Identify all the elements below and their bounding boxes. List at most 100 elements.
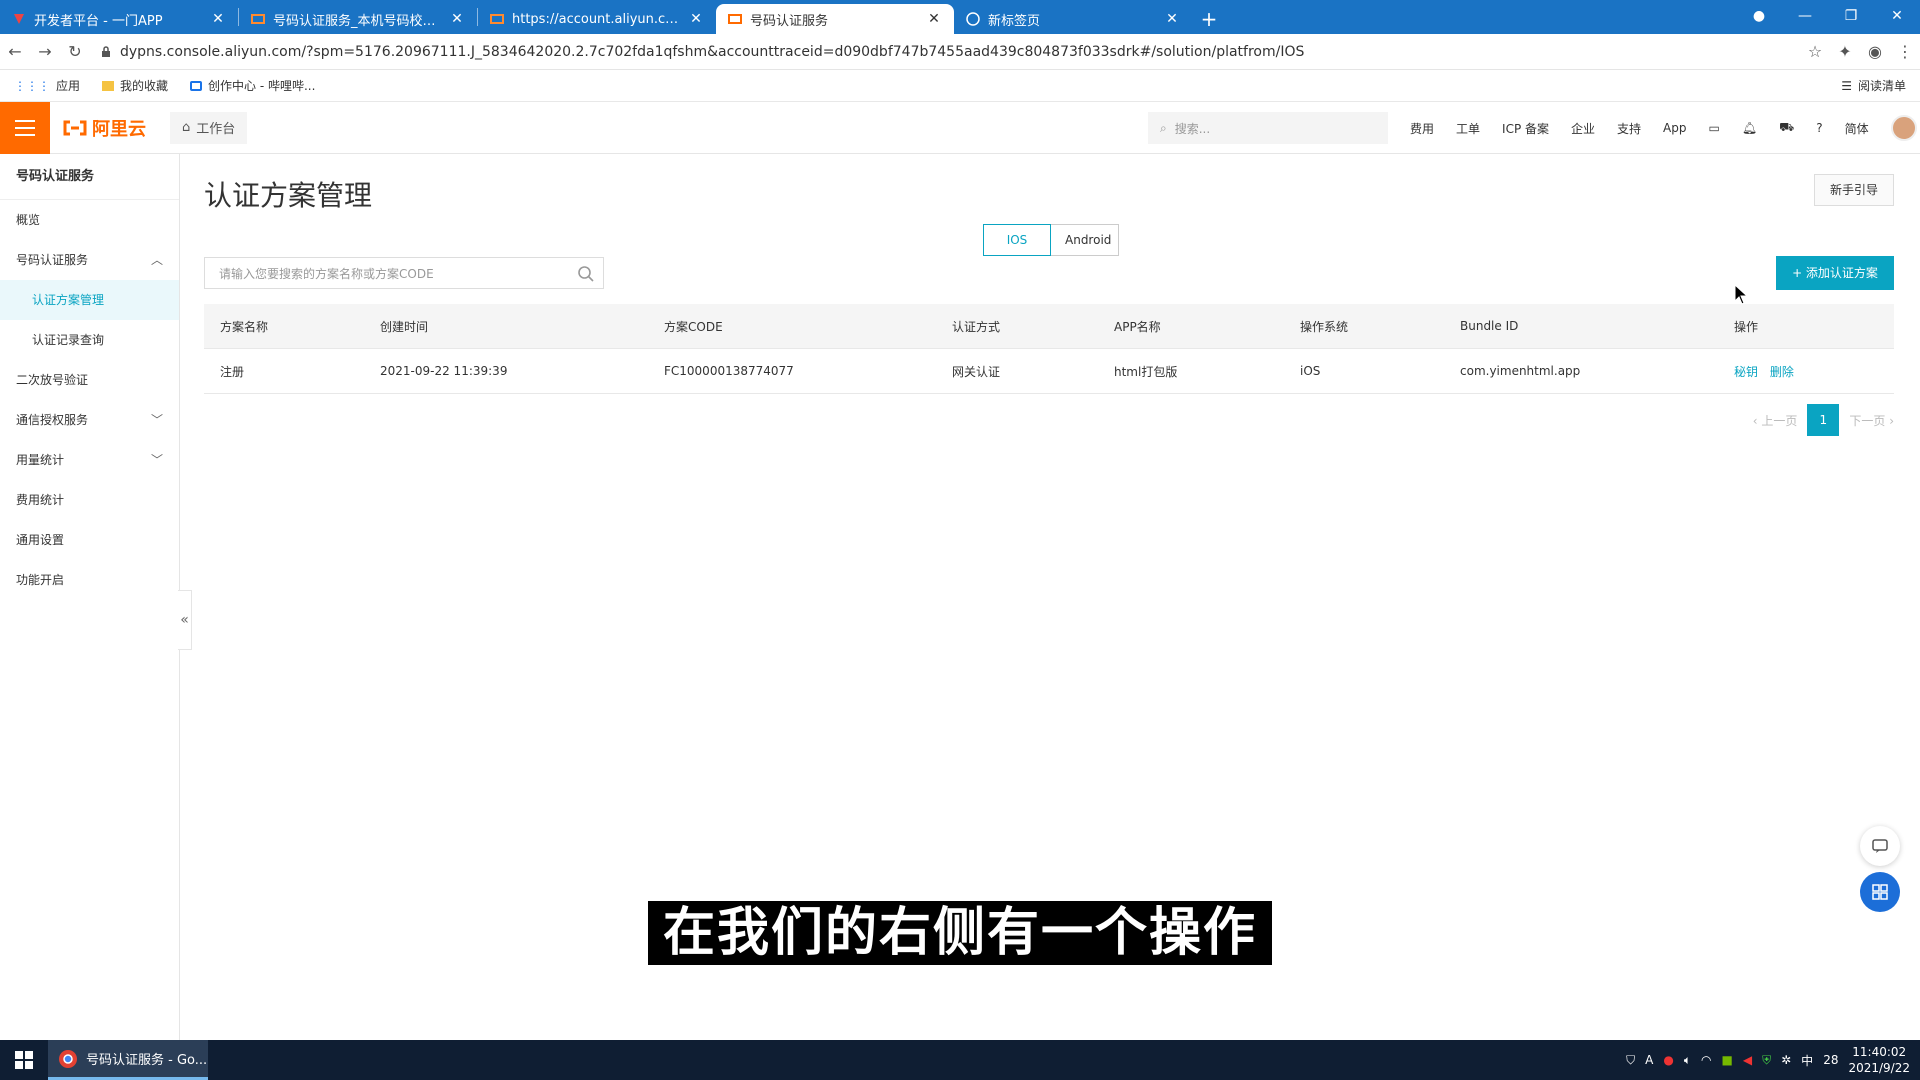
header-search-input[interactable]: ⌕ 搜索... xyxy=(1148,112,1388,144)
browser-tab[interactable]: https://account.aliyun.com/lo ✕ xyxy=(478,4,716,34)
terminal-icon[interactable]: ▭ xyxy=(1709,121,1720,135)
restore-button[interactable]: ❐ xyxy=(1828,0,1874,34)
close-icon[interactable]: ✕ xyxy=(926,11,942,27)
sidebar-item-reissue-verify[interactable]: 二次放号验证 xyxy=(0,360,179,400)
more-icon[interactable]: ⋮ xyxy=(1890,42,1920,61)
col-header: 创建时间 xyxy=(380,319,429,334)
sidebar-item-label: 功能开启 xyxy=(16,573,65,587)
nav-support[interactable]: 支持 xyxy=(1617,120,1641,137)
avatar[interactable] xyxy=(1890,115,1917,141)
minimize-button[interactable]: — xyxy=(1782,0,1828,34)
sidebar-item-fee-stats[interactable]: 费用统计 xyxy=(0,480,179,520)
sidebar-item-number-auth[interactable]: 号码认证服务 ︿ xyxy=(0,240,179,280)
bookmark-label: 创作中心 - 哔哩哔... xyxy=(208,79,316,93)
reload-button[interactable]: ↻ xyxy=(60,42,90,61)
nav-ticket[interactable]: 工单 xyxy=(1456,120,1480,137)
sidebar-item-settings[interactable]: 通用设置 xyxy=(0,520,179,560)
help-icon[interactable]: ? xyxy=(1816,121,1822,135)
new-tab-button[interactable]: + xyxy=(1192,4,1226,34)
browser-tab-active[interactable]: 号码认证服务 ✕ xyxy=(716,4,954,34)
secret-key-link[interactable]: 秘钥 xyxy=(1734,365,1758,379)
tab-android[interactable]: Android xyxy=(1051,224,1119,256)
ime-indicator[interactable]: 中 xyxy=(1801,1052,1813,1069)
forward-button[interactable]: → xyxy=(30,42,60,61)
profile-menu-icon[interactable]: ● xyxy=(1736,0,1782,34)
search-icon[interactable] xyxy=(577,265,595,283)
apps-float-button[interactable] xyxy=(1860,872,1900,912)
folder-icon xyxy=(102,80,115,91)
bookmark-favorites[interactable]: 我的收藏 xyxy=(102,77,168,94)
star-icon[interactable]: ☆ xyxy=(1800,42,1830,61)
taskbar-chrome-app[interactable]: 号码认证服务 - Go... xyxy=(48,1040,208,1080)
close-icon[interactable]: ✕ xyxy=(688,11,704,27)
address-bar[interactable]: dypns.console.aliyun.com/?spm=5176.20967… xyxy=(100,38,1790,66)
nav-fee[interactable]: 费用 xyxy=(1410,120,1434,137)
prev-label: 上一页 xyxy=(1761,413,1798,428)
extensions-icon[interactable]: ✦ xyxy=(1830,42,1860,61)
window-controls: ● — ❐ ✕ xyxy=(1736,0,1920,34)
menu-icon[interactable] xyxy=(0,101,50,154)
close-icon[interactable]: ✕ xyxy=(449,11,465,27)
windows-start-icon[interactable] xyxy=(0,1040,48,1080)
add-solution-button[interactable]: + 添加认证方案 xyxy=(1776,256,1894,290)
system-clock[interactable]: 11:40:02 2021/9/22 xyxy=(1848,1044,1910,1076)
solution-search-input[interactable]: 请输入您要搜索的方案名称或方案CODE xyxy=(204,257,604,289)
nav-icp[interactable]: ICP 备案 xyxy=(1502,120,1549,137)
reading-list-icon: ☰ xyxy=(1841,78,1852,93)
system-tray: ⛉ A ● 🔈︎ ◠ ■ ◀ ⛨ ✲ 中 28 11:40:02 2021/9/… xyxy=(1626,1040,1920,1080)
page-number-button[interactable]: 1 xyxy=(1807,404,1840,436)
sidebar-item-comm-auth[interactable]: 通信授权服务 ﹀ xyxy=(0,400,179,440)
close-icon[interactable]: ✕ xyxy=(210,11,226,27)
guide-button[interactable]: 新手引导 xyxy=(1814,174,1894,206)
shield-icon[interactable]: ⛉ xyxy=(1626,1053,1635,1068)
account-icon[interactable]: ◉ xyxy=(1860,42,1890,61)
bell-icon[interactable]: 🔔︎ xyxy=(1742,121,1757,135)
weather-temp[interactable]: 28 xyxy=(1823,1053,1838,1067)
tray-app-icon[interactable]: ✲ xyxy=(1781,1053,1791,1067)
bookmark-bilibili[interactable]: 创作中心 - 哔哩哔... xyxy=(190,77,315,94)
sidebar-collapse-button[interactable]: « xyxy=(178,590,192,650)
font-icon[interactable]: A xyxy=(1645,1053,1653,1067)
nvidia-icon[interactable]: ■ xyxy=(1722,1053,1733,1067)
close-icon[interactable]: ✕ xyxy=(1164,11,1180,27)
bookmark-apps[interactable]: ⋮⋮⋮ 应用 xyxy=(14,77,80,94)
browser-tab[interactable]: 开发者平台 - 一门APP ✕ xyxy=(0,4,238,34)
speaker-icon[interactable]: 🔈︎ xyxy=(1684,1053,1691,1068)
prev-page-button[interactable]: ‹ 上一页 xyxy=(1753,412,1798,429)
next-page-button[interactable]: 下一页 › xyxy=(1849,412,1894,429)
sidebar-item-auth-records[interactable]: 认证记录查询 xyxy=(0,320,179,360)
reading-list[interactable]: ☰ 阅读清单 xyxy=(1841,77,1906,94)
back-button[interactable]: ← xyxy=(0,42,30,61)
bookmark-label: 我的收藏 xyxy=(120,79,169,93)
close-window-button[interactable]: ✕ xyxy=(1874,0,1920,34)
security-icon[interactable]: ⛨ xyxy=(1762,1053,1771,1068)
sidebar-item-overview[interactable]: 概览 xyxy=(0,200,179,240)
url-text: dypns.console.aliyun.com/?spm=5176.20967… xyxy=(120,43,1305,60)
language-switch[interactable]: 简体 xyxy=(1845,120,1869,137)
browser-tab[interactable]: 号码认证服务_本机号码校验_通信 ✕ xyxy=(239,4,477,34)
sidebar-item-solution-manage[interactable]: 认证方案管理 xyxy=(0,280,179,320)
delete-link[interactable]: 删除 xyxy=(1770,365,1794,379)
workbench-button[interactable]: ⌂ 工作台 xyxy=(170,111,248,144)
search-icon: ⌕ xyxy=(1160,120,1167,135)
tab-ios[interactable]: IOS xyxy=(983,224,1051,256)
pagination: ‹ 上一页 1 下一页 › xyxy=(1753,404,1894,436)
wifi-icon[interactable]: ◠ xyxy=(1701,1053,1711,1067)
browser-tab[interactable]: 新标签页 ✕ xyxy=(954,4,1192,34)
cart-icon[interactable]: ⛟ xyxy=(1779,120,1794,136)
aliyun-logo-icon xyxy=(63,120,87,135)
cell-solution-name: 注册 xyxy=(220,364,245,379)
nav-app[interactable]: App xyxy=(1663,121,1686,135)
nav-enterprise[interactable]: 企业 xyxy=(1571,120,1595,137)
page-title: 认证方案管理 xyxy=(204,179,373,212)
aliyun-logo[interactable]: 阿里云 xyxy=(62,115,146,141)
flag-icon[interactable]: ◀ xyxy=(1743,1053,1752,1067)
sidebar-item-usage-stats[interactable]: 用量统计 ﹀ xyxy=(0,440,179,480)
sidebar-item-feature-enable[interactable]: 功能开启 xyxy=(0,560,179,600)
table-row: 注册 2021-09-22 11:39:39 FC100000138774077… xyxy=(204,349,1894,394)
bookmark-label: 应用 xyxy=(56,79,81,93)
sidebar-item-label: 号码认证服务 xyxy=(16,253,89,267)
antivirus-icon[interactable]: ● xyxy=(1663,1053,1673,1067)
search-placeholder: 搜索... xyxy=(1174,121,1211,136)
feedback-button[interactable] xyxy=(1860,826,1900,866)
